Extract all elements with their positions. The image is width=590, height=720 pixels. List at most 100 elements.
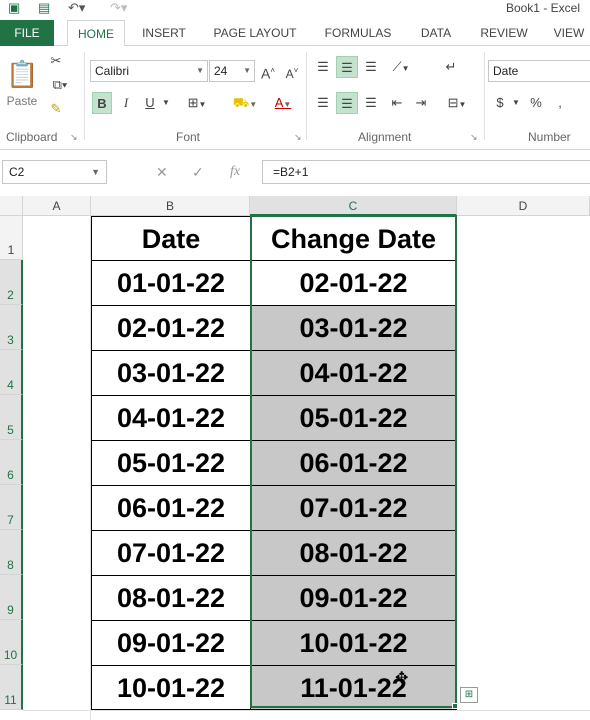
name-box[interactable]: C2 ▼: [2, 160, 107, 184]
tab-formulas[interactable]: FORMULAS: [318, 20, 398, 46]
row-header[interactable]: 3: [0, 305, 23, 350]
insert-function-button[interactable]: fx: [230, 160, 240, 184]
change-date-cell[interactable]: 09-01-22: [250, 575, 457, 621]
select-all-corner[interactable]: [0, 196, 23, 216]
date-cell[interactable]: 09-01-22: [91, 620, 251, 666]
format-painter-icon[interactable]: ✎: [46, 98, 66, 120]
row-number: 3: [7, 333, 14, 347]
underline-button[interactable]: U: [140, 92, 160, 114]
chevron-down-icon[interactable]: ▼: [160, 92, 172, 114]
column-header-b[interactable]: B: [91, 196, 250, 216]
tab-data[interactable]: DATA: [412, 20, 460, 46]
font-color-icon[interactable]: A▼: [266, 92, 300, 114]
change-date-cell[interactable]: 11-01-22: [250, 665, 457, 710]
row-header[interactable]: 5: [0, 395, 23, 440]
borders-icon[interactable]: ⊞▼: [182, 92, 212, 114]
merge-center-icon[interactable]: ⊟▼: [440, 92, 474, 114]
number-format-combo[interactable]: Date: [488, 60, 590, 82]
font-launcher-icon[interactable]: ↘: [294, 132, 302, 143]
date-cell[interactable]: 08-01-22: [91, 575, 251, 621]
number-group-label: Number: [528, 130, 571, 144]
comma-style-icon[interactable]: ,: [552, 92, 568, 114]
ribbon: 📋 Paste ✂ ⧉▾ ✎ Clipboard ↘ Calibri ▼ 24 ▼ …: [0, 46, 590, 150]
row-header[interactable]: 6: [0, 440, 23, 485]
date-cell[interactable]: 07-01-22: [91, 530, 251, 576]
date-cell[interactable]: 01-01-22: [91, 260, 251, 306]
bold-button[interactable]: B: [92, 92, 112, 114]
enter-icon[interactable]: ✓: [192, 160, 204, 184]
column-header-c[interactable]: C: [250, 196, 457, 216]
change-date-cell[interactable]: 03-01-22: [250, 305, 457, 351]
font-size-combo[interactable]: 24 ▼: [209, 60, 255, 82]
formula-input[interactable]: =B2+1: [262, 160, 590, 184]
date-cell[interactable]: 10-01-22: [91, 665, 251, 710]
row-header[interactable]: 4: [0, 350, 23, 395]
ribbon-tabs: FILE HOME INSERT PAGE LAYOUT FORMULAS DA…: [0, 20, 590, 47]
align-left-icon[interactable]: ☰: [312, 92, 334, 114]
paste-button[interactable]: Paste: [4, 90, 40, 112]
increase-font-icon[interactable]: A˄: [258, 60, 278, 82]
column-header-d[interactable]: D: [457, 196, 590, 216]
italic-button[interactable]: I: [116, 92, 136, 114]
date-cell[interactable]: 05-01-22: [91, 440, 251, 486]
redo-icon[interactable]: ↷▾: [110, 1, 127, 15]
orientation-icon[interactable]: ⟋▼: [386, 56, 416, 78]
fill-color-icon[interactable]: ⛟▼: [228, 92, 262, 114]
font-group-label: Font: [176, 130, 201, 144]
decrease-indent-icon[interactable]: ⇤: [386, 92, 408, 114]
cell-c1[interactable]: Change Date: [250, 216, 457, 261]
middle-align-icon[interactable]: ☰: [336, 56, 358, 78]
chevron-down-icon: ▼: [243, 66, 251, 75]
cut-icon[interactable]: ✂: [46, 50, 66, 72]
tab-home[interactable]: HOME: [67, 20, 125, 47]
bottom-align-icon[interactable]: ☰: [360, 56, 382, 78]
date-cell[interactable]: 03-01-22: [91, 350, 251, 396]
fill-handle[interactable]: [452, 703, 458, 709]
change-date-cell[interactable]: 10-01-22: [250, 620, 457, 666]
row-header[interactable]: 7: [0, 485, 23, 530]
quick-analysis-icon[interactable]: ⊞: [460, 687, 478, 703]
save-icon[interactable]: ▤: [38, 1, 50, 15]
copy-icon[interactable]: ⧉▾: [46, 74, 74, 96]
row-header[interactable]: 2: [0, 260, 23, 305]
change-date-cell[interactable]: 04-01-22: [250, 350, 457, 396]
align-center-icon[interactable]: ☰: [336, 92, 358, 114]
row-header[interactable]: 10: [0, 620, 23, 665]
tab-view[interactable]: VIEW: [548, 20, 590, 46]
currency-button[interactable]: $: [492, 92, 508, 114]
change-date-cell[interactable]: 06-01-22: [250, 440, 457, 486]
date-cell[interactable]: 02-01-22: [91, 305, 251, 351]
change-date-cell[interactable]: 02-01-22: [250, 260, 457, 306]
date-cell[interactable]: 06-01-22: [91, 485, 251, 531]
change-date-cell[interactable]: 08-01-22: [250, 530, 457, 576]
change-date-cell[interactable]: 07-01-22: [250, 485, 457, 531]
undo-icon[interactable]: ↶▾: [68, 1, 85, 15]
row-number: 1: [7, 243, 15, 257]
percent-button[interactable]: %: [528, 92, 544, 114]
tab-page-layout[interactable]: PAGE LAYOUT: [206, 20, 304, 46]
paste-icon[interactable]: 📋: [6, 54, 38, 94]
column-header-a[interactable]: A: [23, 196, 91, 216]
wrap-text-icon[interactable]: ↵: [440, 56, 462, 78]
change-date-cell[interactable]: 05-01-22: [250, 395, 457, 441]
formula-buttons: ✕ ✓ fx: [140, 160, 260, 184]
tab-file[interactable]: FILE: [0, 20, 54, 46]
top-align-icon[interactable]: ☰: [312, 56, 334, 78]
cancel-icon[interactable]: ✕: [156, 160, 168, 184]
row-header[interactable]: 11: [0, 665, 23, 710]
tab-review[interactable]: REVIEW: [474, 20, 534, 46]
date-cell[interactable]: 04-01-22: [91, 395, 251, 441]
align-right-icon[interactable]: ☰: [360, 92, 382, 114]
increase-indent-icon[interactable]: ⇥: [410, 92, 432, 114]
row-header[interactable]: 8: [0, 530, 23, 575]
row-number: 8: [7, 558, 14, 572]
clipboard-launcher-icon[interactable]: ↘: [70, 132, 78, 143]
cell-b1[interactable]: Date: [91, 216, 251, 261]
tab-insert[interactable]: INSERT: [136, 20, 192, 46]
row-header[interactable]: 9: [0, 575, 23, 620]
alignment-launcher-icon[interactable]: ↘: [470, 132, 478, 143]
chevron-down-icon[interactable]: ▼: [510, 92, 522, 114]
row-header[interactable]: 1: [0, 216, 23, 260]
decrease-font-icon[interactable]: A˅: [282, 60, 302, 82]
font-name-combo[interactable]: Calibri ▼: [90, 60, 208, 82]
